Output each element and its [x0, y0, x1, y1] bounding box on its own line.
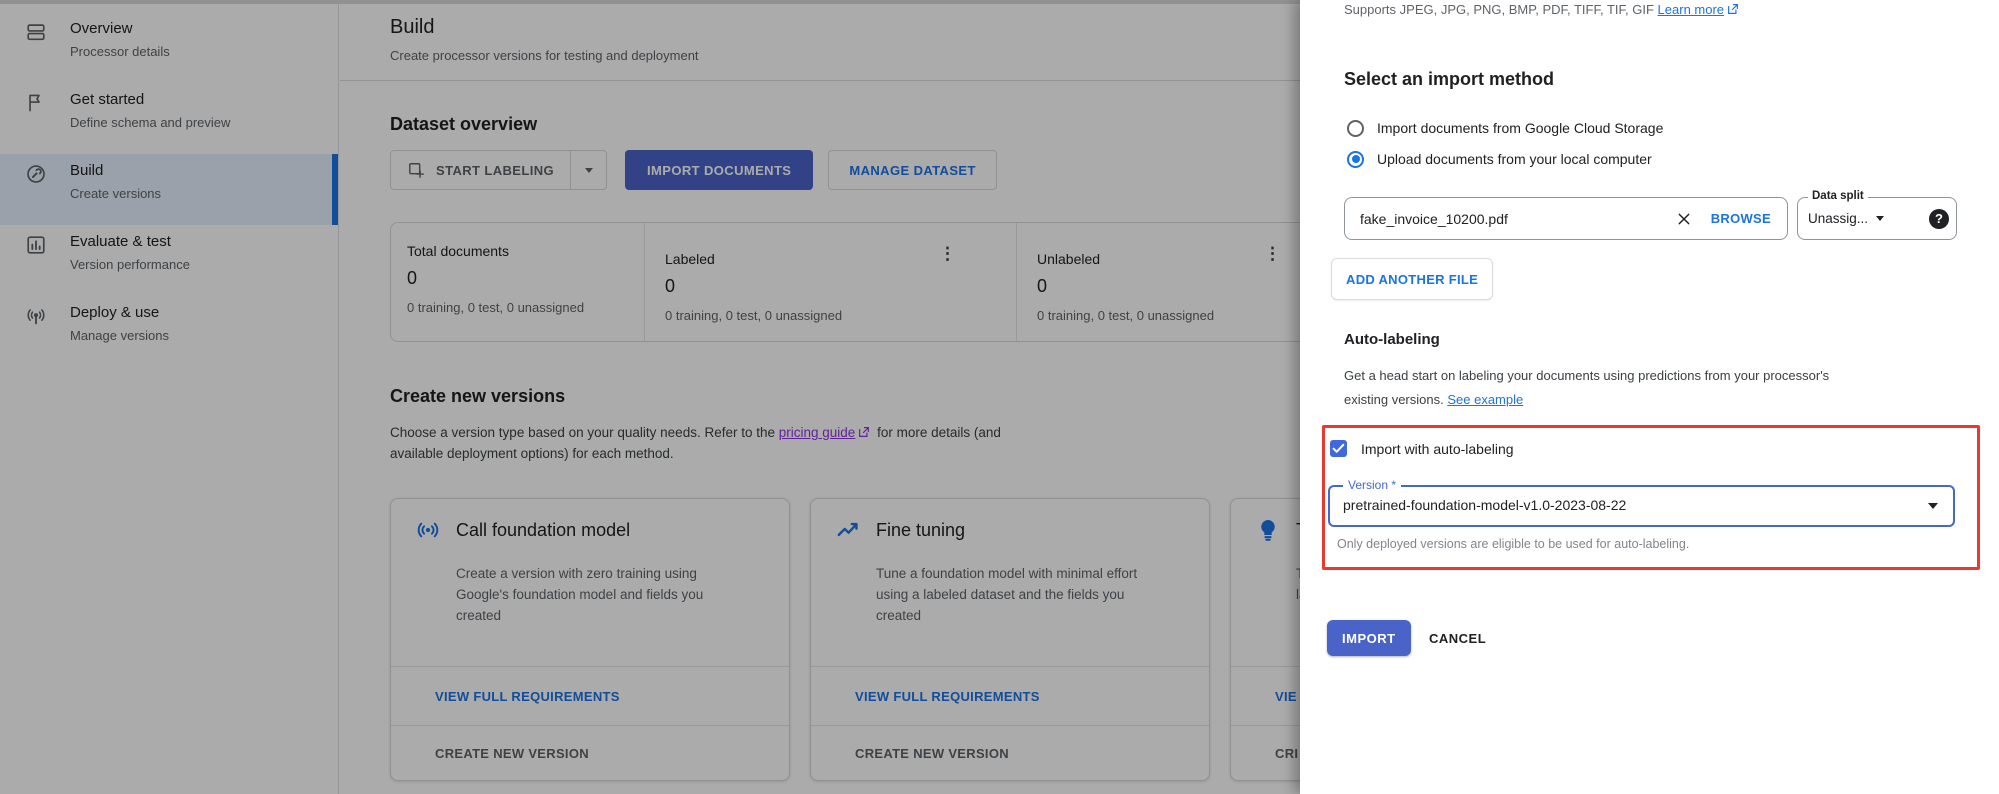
auto-labeling-checkbox-row[interactable]: Import with auto-labeling [1330, 440, 1514, 457]
external-link-icon [1726, 2, 1740, 16]
data-split-label: Data split [1808, 190, 1868, 202]
data-split-value: Unassig... [1798, 211, 1868, 226]
radio-selected-icon [1347, 151, 1364, 168]
version-select[interactable]: Version * pretrained-foundation-model-v1… [1328, 485, 1955, 527]
import-method-heading: Select an import method [1344, 69, 1554, 90]
file-upload-row: fake_invoice_10200.pdf BROWSE [1344, 197, 1788, 240]
file-name: fake_invoice_10200.pdf [1345, 211, 1669, 227]
radio-import-gcs[interactable]: Import documents from Google Cloud Stora… [1347, 119, 1663, 137]
console-background: Overview Processor details Get started D… [0, 0, 1300, 794]
radio-label: Upload documents from your local compute… [1377, 151, 1652, 167]
checkbox-checked-icon [1330, 440, 1347, 457]
dim-overlay [0, 0, 1300, 794]
cancel-button[interactable]: CANCEL [1413, 620, 1502, 656]
version-select-value: pretrained-foundation-model-v1.0-2023-08… [1330, 487, 1953, 524]
import-button[interactable]: IMPORT [1327, 620, 1411, 656]
auto-labeling-text: Get a head start on labeling your docume… [1344, 368, 1829, 407]
version-select-label: Version * [1343, 478, 1401, 492]
version-helper-text: Only deployed versions are eligible to b… [1337, 537, 1689, 551]
document-ai-console: Overview Processor details Get started D… [0, 0, 1999, 794]
checkbox-label: Import with auto-labeling [1361, 441, 1514, 457]
see-example-link[interactable]: See example [1447, 392, 1523, 407]
import-panel: Supports JPEG, JPG, PNG, BMP, PDF, TIFF,… [1300, 0, 1999, 794]
add-another-file-button[interactable]: ADD ANOTHER FILE [1331, 258, 1493, 300]
supports-text: Supports JPEG, JPG, PNG, BMP, PDF, TIFF,… [1344, 2, 1654, 17]
data-split-select[interactable]: Data split Unassig... ? [1797, 197, 1957, 240]
radio-icon [1347, 120, 1364, 137]
remove-file-button[interactable] [1669, 211, 1699, 227]
chevron-down-icon [1928, 503, 1938, 509]
question-icon[interactable]: ? [1929, 209, 1949, 229]
annotation-highlight: Import with auto-labeling Version * pret… [1322, 425, 1980, 570]
browse-button[interactable]: BROWSE [1699, 211, 1787, 226]
radio-label: Import documents from Google Cloud Stora… [1377, 120, 1663, 136]
auto-labeling-heading: Auto-labeling [1344, 331, 1440, 348]
auto-labeling-description: Get a head start on labeling your docume… [1344, 364, 1864, 412]
supported-formats-text: Supports JPEG, JPG, PNG, BMP, PDF, TIFF,… [1344, 2, 1742, 17]
learn-more-link[interactable]: Learn more [1658, 2, 1724, 17]
chevron-down-icon [1876, 216, 1884, 221]
radio-upload-local[interactable]: Upload documents from your local compute… [1347, 150, 1652, 168]
